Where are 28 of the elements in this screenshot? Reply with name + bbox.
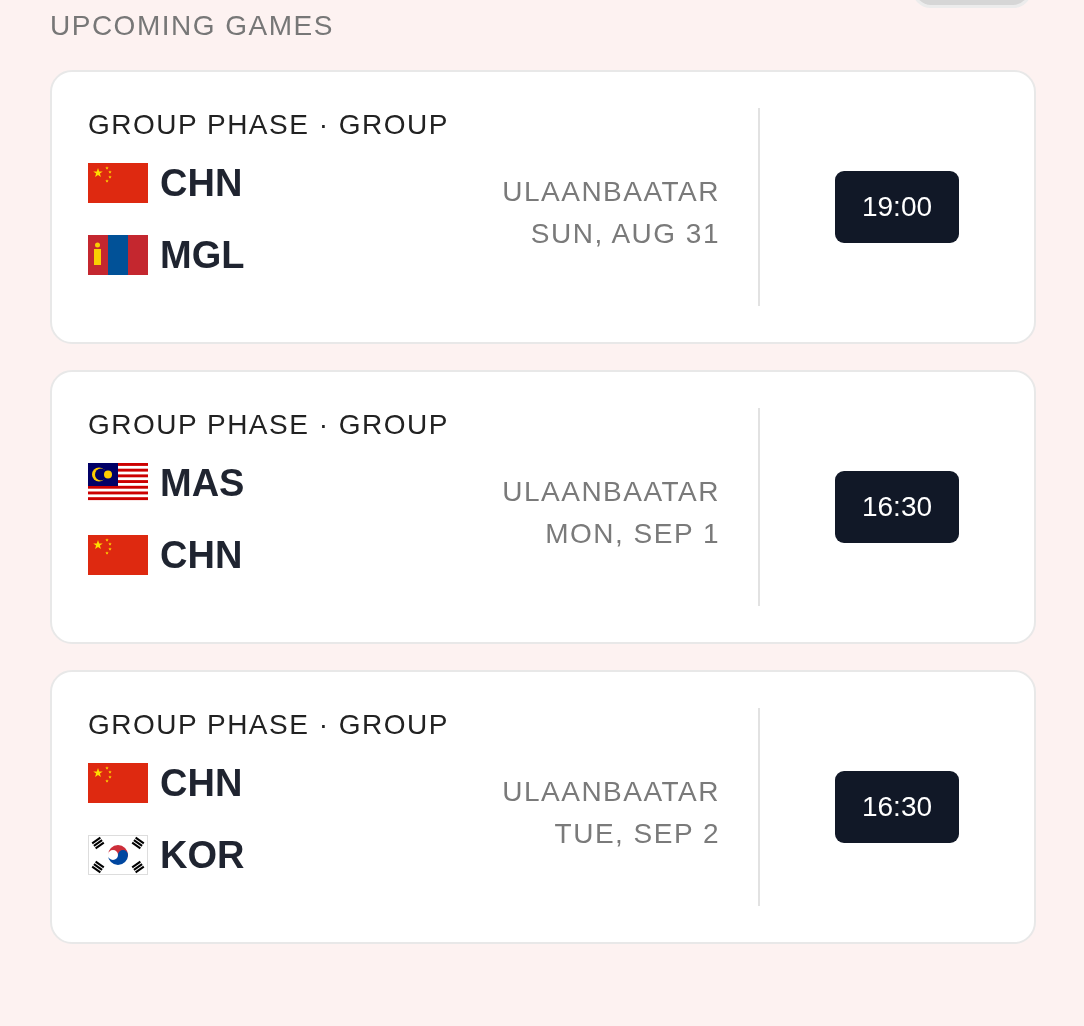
game-card[interactable]: GROUP PHASE · GROUP MAS CHN ULAANBAATAR MON, SEP 1 16:30 bbox=[50, 370, 1036, 644]
game-card[interactable]: GROUP PHASE · GROUP CHN MGL ULAANBAATAR SUN, AUG 31 19:00 bbox=[50, 70, 1036, 344]
section-heading: UPCOMING GAMES bbox=[50, 9, 335, 43]
venue-label: ULAANBAATAR bbox=[502, 175, 720, 209]
game-date: SUN, AUG 31 bbox=[530, 217, 720, 251]
venue-label: ULAANBAATAR bbox=[502, 475, 720, 509]
flag-icon bbox=[88, 835, 148, 875]
team-code: CHN bbox=[160, 761, 243, 805]
team-code: MGL bbox=[160, 233, 245, 277]
game-phase: GROUP PHASE · GROUP bbox=[88, 108, 450, 142]
game-date: TUE, SEP 2 bbox=[554, 817, 720, 851]
game-phase: GROUP PHASE · GROUP bbox=[88, 408, 450, 442]
team-code: KOR bbox=[160, 833, 245, 877]
flag-icon bbox=[88, 463, 148, 503]
game-date: MON, SEP 1 bbox=[545, 517, 720, 551]
venue-label: ULAANBAATAR bbox=[502, 775, 720, 809]
flag-icon bbox=[88, 163, 148, 203]
time-button[interactable]: 19:00 bbox=[835, 171, 959, 243]
time-button[interactable]: 16:30 bbox=[835, 771, 959, 843]
game-phase: GROUP PHASE · GROUP bbox=[88, 708, 450, 742]
team-code: MAS bbox=[160, 461, 245, 505]
time-button[interactable]: 16:30 bbox=[835, 471, 959, 543]
team-code: CHN bbox=[160, 533, 243, 577]
flag-icon bbox=[88, 535, 148, 575]
team-code: CHN bbox=[160, 161, 243, 205]
flag-icon bbox=[88, 235, 148, 275]
game-card[interactable]: GROUP PHASE · GROUP CHN KOR ULAANBAATAR TUE, SEP 2 16:30 bbox=[50, 670, 1036, 944]
flag-icon bbox=[88, 763, 148, 803]
